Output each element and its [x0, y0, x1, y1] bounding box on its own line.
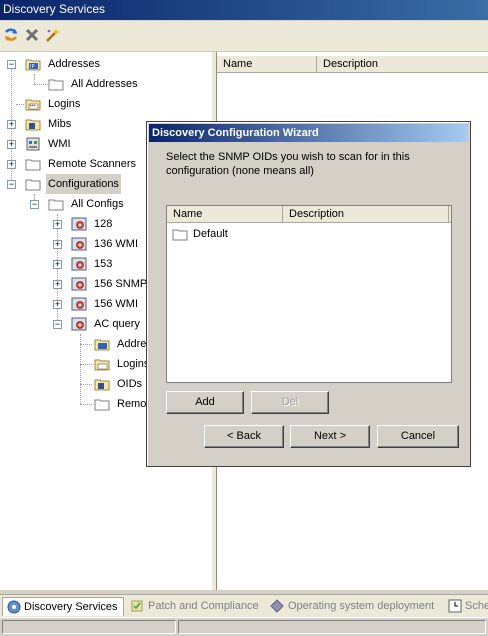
expand-icon[interactable]: +	[7, 160, 16, 169]
ip-folder-icon	[94, 339, 110, 351]
expand-icon[interactable]: +	[7, 120, 16, 129]
config-gear-icon	[71, 257, 87, 271]
folder-icon	[25, 179, 41, 191]
folder-icon	[172, 229, 188, 241]
column-header-description[interactable]: Description	[283, 206, 449, 222]
tab-patch-and-compliance[interactable]: Patch and Compliance	[126, 597, 262, 615]
toolbar	[0, 21, 488, 52]
status-bar	[0, 617, 488, 636]
tree-label: AC query	[94, 318, 140, 330]
wmi-icon	[26, 137, 40, 151]
list-item[interactable]: Default	[169, 224, 449, 244]
bottom-tab-bar: Discovery Services Patch and Compliance …	[0, 594, 488, 617]
tree-label: 156 SNMP	[94, 278, 148, 290]
tree-label: All Addresses	[71, 78, 138, 90]
tree-label: 153	[94, 258, 113, 270]
tree-label: OIDs	[117, 378, 143, 390]
oid-list-header: Name Description	[167, 206, 451, 223]
delete-icon[interactable]	[23, 26, 41, 44]
expand-icon[interactable]: +	[53, 260, 62, 269]
config-gear-icon	[71, 277, 87, 291]
collapse-icon[interactable]: −	[7, 180, 16, 189]
config-gear-icon	[71, 237, 87, 251]
cancel-button[interactable]: Cancel	[377, 425, 459, 448]
clock-icon	[448, 599, 462, 613]
list-item-label: Default	[193, 228, 228, 240]
expand-icon[interactable]: +	[53, 220, 62, 229]
tab-label: Patch and Compliance	[148, 600, 259, 612]
column-header-name[interactable]: Name	[167, 206, 283, 222]
tree-item-addresses[interactable]: − IP Addresses	[0, 54, 212, 74]
column-header-description[interactable]: Description	[317, 56, 488, 72]
add-button[interactable]: Add	[166, 391, 244, 414]
del-button[interactable]: Del	[251, 391, 329, 414]
expand-icon[interactable]: +	[53, 240, 62, 249]
collapse-icon[interactable]: −	[30, 200, 39, 209]
tree-item-logins[interactable]: *** Logins	[0, 94, 212, 114]
tree-label-selected: Configurations	[46, 174, 121, 194]
svg-text:***: ***	[30, 104, 36, 109]
expand-icon[interactable]: +	[53, 280, 62, 289]
dialog-instruction: Select the SNMP OIDs you wish to scan fo…	[166, 151, 410, 177]
svg-text:IP: IP	[30, 64, 35, 70]
tree-label: Addre	[117, 338, 147, 350]
tab-label: Sche	[465, 600, 488, 612]
tree-label: Mibs	[48, 118, 72, 130]
dialog-title: Discovery Configuration Wizard	[149, 124, 468, 142]
tab-discovery-services[interactable]: Discovery Services	[2, 597, 124, 616]
tree-label: WMI	[48, 138, 71, 150]
back-button[interactable]: < Back	[204, 425, 284, 448]
refresh-icon[interactable]	[2, 26, 20, 44]
config-gear-icon	[71, 297, 87, 311]
expand-icon[interactable]: +	[53, 300, 62, 309]
logins-folder-icon	[94, 359, 110, 371]
expand-icon[interactable]: +	[7, 140, 16, 149]
next-button[interactable]: Next >	[290, 425, 370, 448]
discovery-configuration-wizard-dialog: Discovery Configuration Wizard Select th…	[146, 121, 471, 467]
tab-scheduled[interactable]: Sche	[446, 597, 488, 615]
tree-label: 156 WMI	[94, 298, 139, 310]
config-gear-icon	[71, 317, 87, 331]
folder-icon	[48, 79, 64, 91]
oid-list[interactable]: Name Description Default	[166, 205, 452, 383]
tree-item-all-addresses[interactable]: All Addresses	[0, 74, 212, 94]
tree-label: Addresses	[48, 58, 100, 70]
discovery-icon	[7, 600, 21, 614]
collapse-icon[interactable]: −	[53, 320, 62, 329]
tree-label: All Configs	[71, 198, 124, 210]
column-header-name[interactable]: Name	[217, 56, 317, 72]
tree-label: Logins	[48, 98, 81, 110]
folder-icon	[25, 159, 41, 171]
mibs-folder-icon	[25, 119, 41, 131]
wizard-icon[interactable]	[44, 26, 62, 44]
logins-folder-icon: ***	[25, 99, 41, 111]
oids-folder-icon	[94, 379, 110, 391]
tab-label: Operating system deployment	[288, 600, 435, 612]
tree-label: 136 WMI	[94, 238, 139, 250]
status-cell	[178, 620, 486, 634]
window-title: Discovery Services	[3, 2, 106, 16]
folder-icon	[94, 399, 110, 411]
os-deployment-icon	[270, 599, 284, 613]
window-title-bar: Discovery Services	[0, 0, 488, 20]
tree-label: Remo	[117, 398, 147, 410]
folder-icon	[48, 199, 64, 211]
list-header: Name Description	[217, 56, 488, 73]
tab-label: Discovery Services	[24, 601, 118, 613]
tree-label: Remote Scanners	[48, 158, 137, 170]
config-gear-icon	[71, 217, 87, 231]
patch-icon	[131, 600, 143, 612]
collapse-icon[interactable]: −	[7, 60, 16, 69]
tree-label: 128	[94, 218, 113, 230]
ip-folder-icon: IP	[25, 59, 41, 71]
tab-operating-system-deployment[interactable]: Operating system deployment	[266, 597, 444, 615]
status-cell	[2, 620, 176, 634]
